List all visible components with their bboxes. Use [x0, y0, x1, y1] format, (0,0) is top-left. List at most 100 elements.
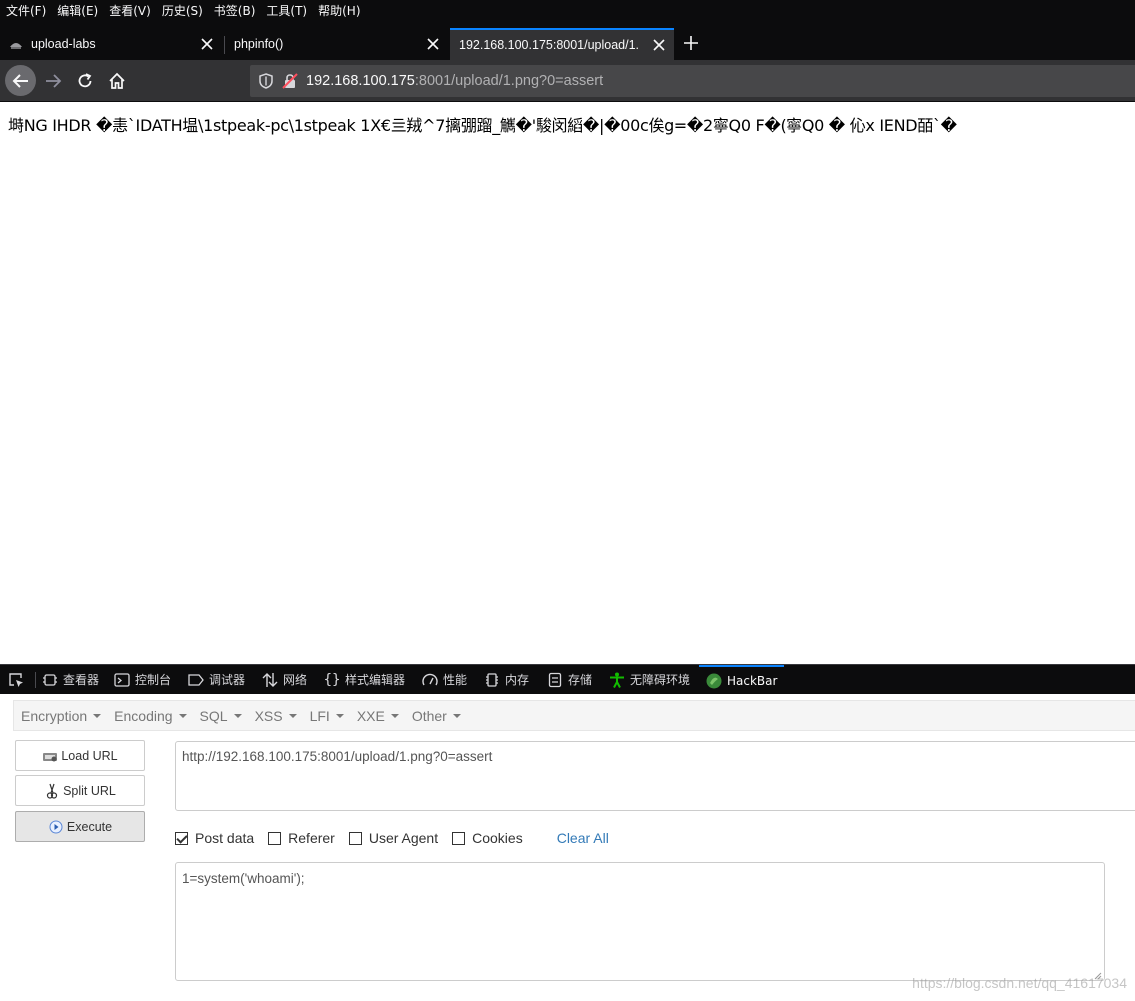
url-host: 192.168.100.175 — [306, 73, 415, 89]
tab-label: 内存 — [505, 671, 529, 688]
play-icon — [48, 819, 64, 835]
menu-encoding[interactable]: Encoding — [114, 708, 186, 724]
page-content: 塒NG IHDR �恚`IDATH塭\1stpeak-pc\1stpeak 1X… — [0, 103, 1135, 664]
menu-help[interactable]: 帮助(H) — [318, 2, 360, 19]
split-url-button[interactable]: Split URL — [15, 775, 145, 806]
tab-label: 存储 — [568, 671, 592, 688]
close-icon[interactable] — [650, 36, 668, 54]
devtools-tab-style-editor[interactable]: {} 样式编辑器 — [324, 665, 405, 694]
button-label: Execute — [67, 820, 112, 834]
scissors-icon — [44, 783, 60, 799]
post-data-textarea[interactable]: 1=system('whoami'); — [175, 862, 1105, 981]
devtools-tab-performance[interactable]: 性能 — [422, 665, 467, 694]
clear-all-link[interactable]: Clear All — [557, 830, 609, 846]
tab-title: upload-labs — [31, 37, 96, 51]
caret-down-icon — [289, 714, 297, 718]
referer-checkbox[interactable]: Referer — [268, 830, 335, 846]
tab-label: 样式编辑器 — [345, 671, 405, 688]
menu-view[interactable]: 查看(V) — [109, 2, 151, 19]
tab-label: 调试器 — [209, 671, 245, 688]
menu-sql[interactable]: SQL — [200, 708, 242, 724]
home-icon[interactable] — [102, 66, 132, 96]
memory-icon — [484, 672, 500, 688]
cookies-checkbox[interactable]: Cookies — [452, 830, 523, 846]
menu-tools[interactable]: 工具(T) — [266, 2, 307, 19]
devtools-tab-network[interactable]: 网络 — [262, 665, 307, 694]
tab-strip: upload-labs phpinfo() 192.168.100.175:80… — [0, 20, 1135, 60]
new-tab-plus-icon[interactable] — [681, 33, 701, 53]
insecure-lock-icon[interactable] — [282, 73, 298, 89]
caret-down-icon — [391, 714, 399, 718]
devtools-tab-storage[interactable]: 存储 — [547, 665, 592, 694]
tab-label: HackBar — [727, 674, 777, 688]
close-icon[interactable] — [198, 35, 216, 53]
url-path: :8001/upload/1.png?0=assert — [415, 73, 603, 89]
user-agent-checkbox[interactable]: User Agent — [349, 830, 438, 846]
caret-down-icon — [234, 714, 242, 718]
tab-phpinfo[interactable]: phpinfo() — [226, 29, 448, 59]
tab-label: 查看器 — [63, 671, 99, 688]
url-textarea[interactable]: http://192.168.100.175:8001/upload/1.png… — [175, 741, 1135, 811]
tab-label: 无障碍环境 — [630, 671, 690, 688]
devtools-tab-hackbar[interactable]: HackBar — [699, 665, 784, 694]
load-url-button[interactable]: Load URL — [15, 740, 145, 771]
menu-bookmarks[interactable]: 书签(B) — [214, 2, 256, 19]
hackbar-menu-bar: Encryption Encoding SQL XSS LFI XXE Othe… — [13, 700, 1135, 731]
navigation-bar: 192.168.100.175:8001/upload/1.png?0=asse… — [0, 60, 1135, 102]
tab-label: 网络 — [283, 671, 307, 688]
inspector-icon — [42, 672, 58, 688]
tab-label: 性能 — [443, 671, 467, 688]
network-icon — [262, 672, 278, 688]
button-label: Split URL — [63, 784, 116, 798]
caret-down-icon — [453, 714, 461, 718]
storage-icon — [547, 672, 563, 688]
caret-down-icon — [93, 714, 101, 718]
menu-encryption[interactable]: Encryption — [21, 708, 101, 724]
forward-arrow-icon[interactable] — [38, 66, 68, 96]
checkbox-box[interactable] — [452, 832, 465, 845]
execute-button[interactable]: Execute — [15, 811, 145, 842]
menu-edit[interactable]: 编辑(E) — [57, 2, 98, 19]
reload-icon[interactable] — [70, 66, 100, 96]
devtools-toolbar: 查看器 控制台 调试器 网络 {} 样式编辑器 性能 内存 存储 无障碍环境 H… — [0, 664, 1135, 694]
upload-labs-favicon-icon — [8, 36, 24, 52]
checkbox-box[interactable] — [268, 832, 281, 845]
post-data-value: 1=system('whoami'); — [182, 871, 305, 886]
url-bar[interactable]: 192.168.100.175:8001/upload/1.png?0=asse… — [250, 65, 1135, 97]
tab-title: phpinfo() — [234, 37, 283, 51]
devtools-tab-debugger[interactable]: 调试器 — [188, 665, 245, 694]
close-icon[interactable] — [424, 35, 442, 53]
devtools-tab-console[interactable]: 控制台 — [114, 665, 171, 694]
tracking-shield-icon[interactable] — [258, 73, 274, 89]
load-url-icon — [42, 748, 58, 764]
menu-other[interactable]: Other — [412, 708, 461, 724]
tab-title: 192.168.100.175:8001/upload/1. — [459, 38, 645, 52]
menu-xss[interactable]: XSS — [255, 708, 297, 724]
menu-xxe[interactable]: XXE — [357, 708, 399, 724]
caret-down-icon — [336, 714, 344, 718]
devtools-tab-accessibility[interactable]: 无障碍环境 — [609, 665, 690, 694]
back-arrow-icon[interactable] — [5, 65, 36, 96]
checkbox-box[interactable] — [349, 832, 362, 845]
devtools-tab-inspector[interactable]: 查看器 — [42, 665, 99, 694]
performance-icon — [422, 672, 438, 688]
tab-upload-labs[interactable]: upload-labs — [0, 29, 222, 59]
post-data-checkbox[interactable]: Post data — [175, 830, 254, 846]
menu-bar: 文件(F) 编辑(E) 查看(V) 历史(S) 书签(B) 工具(T) 帮助(H… — [0, 0, 1135, 20]
devtools-tab-memory[interactable]: 内存 — [484, 665, 529, 694]
tab-label: 控制台 — [135, 671, 171, 688]
checkbox-box[interactable] — [175, 832, 188, 845]
tab-active-upload[interactable]: 192.168.100.175:8001/upload/1. — [450, 28, 674, 60]
hackbar-icon — [706, 673, 722, 689]
raw-png-text: 塒NG IHDR �恚`IDATH塭\1stpeak-pc\1stpeak 1X… — [8, 112, 957, 136]
button-label: Load URL — [61, 749, 117, 763]
watermark-text: https://blog.csdn.net/qq_41617034 — [912, 975, 1127, 991]
tab-separator — [224, 36, 225, 54]
request-options: Post data Referer User Agent Cookies Cle… — [175, 828, 609, 848]
menu-lfi[interactable]: LFI — [310, 708, 344, 724]
menu-file[interactable]: 文件(F) — [6, 2, 46, 19]
debugger-icon — [188, 672, 204, 688]
element-picker-icon[interactable] — [8, 665, 29, 694]
style-editor-icon: {} — [324, 672, 340, 688]
menu-history[interactable]: 历史(S) — [162, 2, 203, 19]
